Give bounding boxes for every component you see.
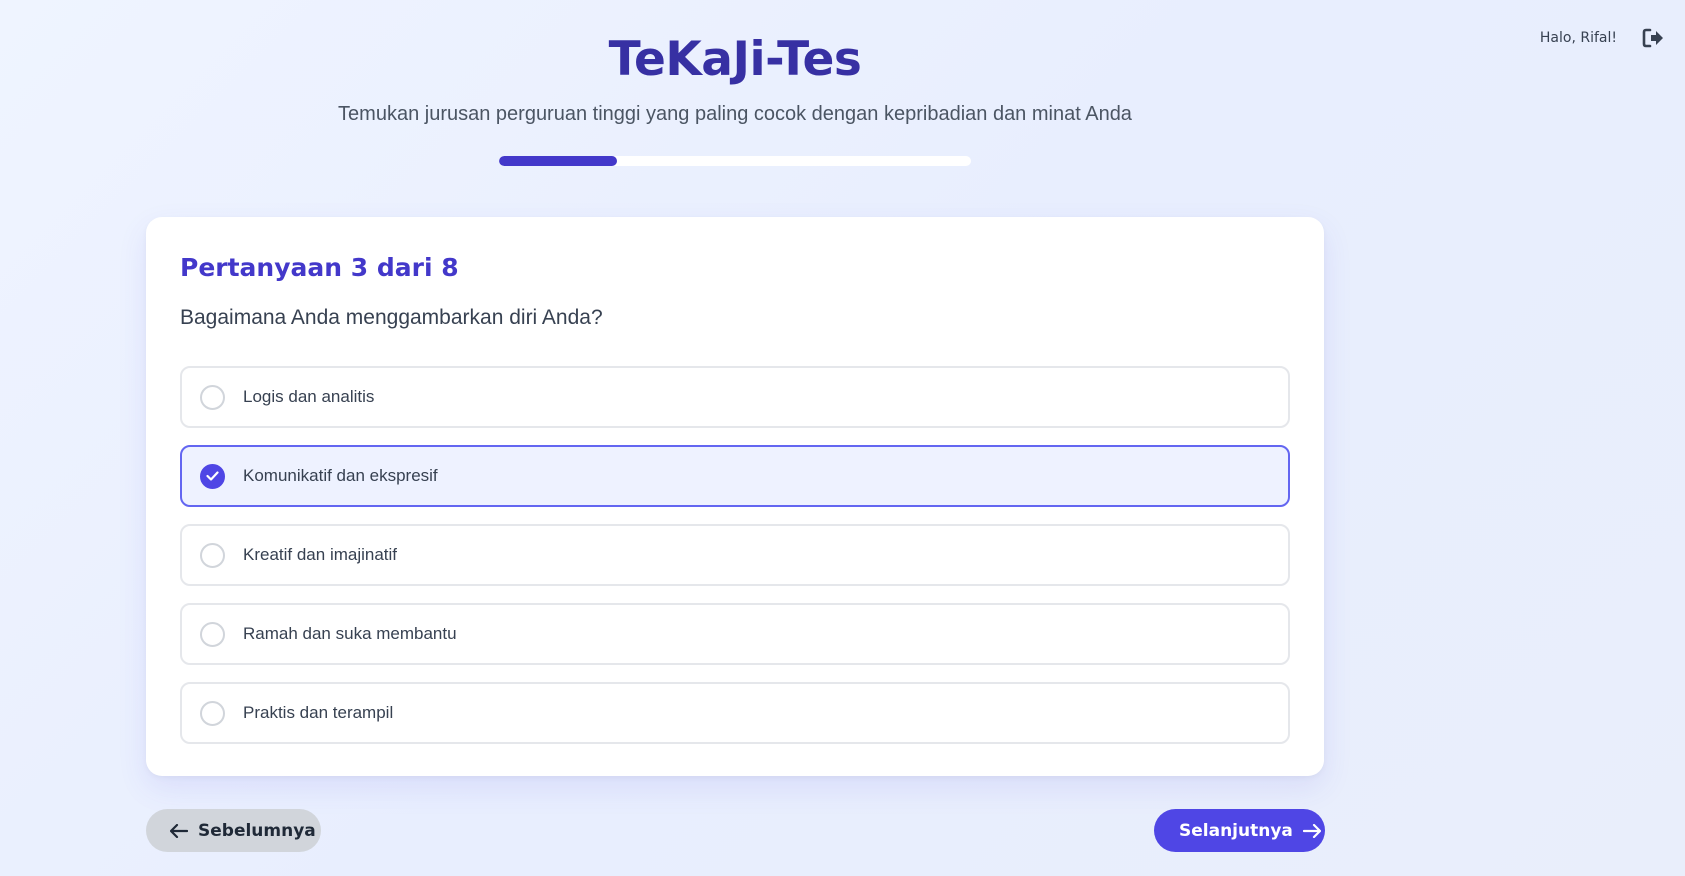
options-list: Logis dan analitis Komunikatif dan ekspr… — [180, 366, 1290, 744]
option-label: Logis dan analitis — [243, 387, 375, 406]
app-title: TeKaJi-Tes — [608, 32, 862, 87]
option-item[interactable]: Logis dan analitis — [180, 366, 1290, 428]
question-card: Pertanyaan 3 dari 8 Bagaimana Anda mengg… — [146, 217, 1324, 776]
user-greeting: Halo, Rifal! — [1539, 30, 1617, 46]
option-item[interactable]: Praktis dan terampil — [180, 682, 1290, 744]
arrow-right-icon — [1302, 823, 1321, 838]
option-item[interactable]: Kreatif dan imajinatif — [180, 524, 1290, 586]
question-text: Bagaimana Anda menggambarkan diri Anda? — [180, 306, 603, 329]
question-number: Pertanyaan 3 dari 8 — [180, 253, 459, 282]
option-label: Komunikatif dan ekspresif — [243, 466, 438, 485]
radio-circle-icon[interactable] — [200, 542, 225, 568]
arrow-left-icon — [170, 823, 188, 838]
previous-button[interactable]: Sebelumnya — [146, 809, 321, 852]
radio-circle-icon[interactable] — [200, 700, 225, 726]
option-item[interactable]: Komunikatif dan ekspresif — [180, 445, 1290, 507]
user-bar: Halo, Rifal! — [1540, 26, 1665, 50]
radio-circle-icon[interactable] — [200, 621, 225, 647]
option-label: Kreatif dan imajinatif — [243, 545, 398, 564]
page-header: TeKaJi-Tes Temukan jurusan perguruan tin… — [0, 32, 1470, 126]
progress-bar — [499, 156, 971, 166]
check-circle-icon[interactable] — [200, 463, 225, 489]
option-item[interactable]: Ramah dan suka membantu — [180, 603, 1290, 665]
option-label: Ramah dan suka membantu — [243, 624, 457, 643]
progress-bar-fill — [499, 156, 617, 166]
next-button[interactable]: Selanjutnya — [1154, 809, 1325, 852]
radio-circle-icon[interactable] — [200, 384, 225, 410]
option-label: Praktis dan terampil — [243, 703, 394, 722]
previous-button-label: Sebelumnya — [198, 820, 316, 841]
next-button-label: Selanjutnya — [1179, 820, 1293, 841]
logout-icon[interactable] — [1641, 26, 1665, 50]
app-subtitle: Temukan jurusan perguruan tinggi yang pa… — [338, 103, 1132, 125]
